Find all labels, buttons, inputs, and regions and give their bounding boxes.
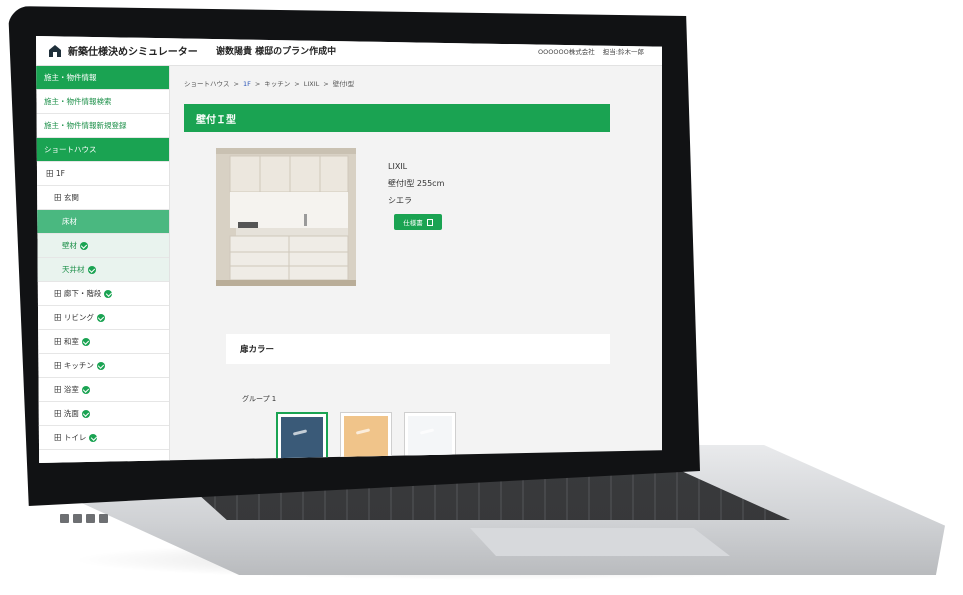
user-info: OOOOOO株式会社 担当:鈴木一郎 <box>532 46 662 56</box>
brand[interactable]: 新築仕様決めシミュレーター <box>36 43 206 58</box>
product-model: 壁付I型 255cm <box>388 179 445 188</box>
kitchen-product-image <box>216 148 356 286</box>
swatch-color <box>281 417 323 463</box>
breadcrumb-separator: > <box>294 80 300 88</box>
spec-sheet-button[interactable]: 仕様書 <box>394 214 442 230</box>
sidebar-item[interactable]: 田 和室 <box>36 330 169 354</box>
sidebar-item-label: 施主・物件情報検索 <box>44 97 112 106</box>
color-swatch[interactable]: ディープブ <box>276 412 328 463</box>
check-icon <box>104 289 113 298</box>
check-icon <box>81 409 90 418</box>
app-screen: 新築仕様決めシミュレーター 谢数陽貴 様邸のプラン作成中 OOOOOO株式会社 … <box>36 36 662 463</box>
breadcrumb-item[interactable]: 壁付I型 <box>333 80 354 88</box>
sidebar-item[interactable]: 田 廊下・階段 <box>36 282 169 306</box>
sidebar-item[interactable]: 田 浴室 <box>36 378 169 402</box>
door-handle-icon <box>355 428 371 435</box>
sidebar-item-label: 天井材 <box>62 265 85 274</box>
laptop-ports <box>60 508 120 523</box>
color-swatch[interactable]: スムースイエ <box>340 412 392 463</box>
sidebar-item[interactable]: 床材 <box>36 210 169 234</box>
breadcrumb-item[interactable]: キッチン <box>264 80 290 88</box>
sidebar-item[interactable]: 田 トイレ <box>36 426 169 450</box>
sidebar: 施主・物件情報施主・物件情報検索施主・物件情報新規登録 ショートハウス田 1F 田 … <box>36 66 170 463</box>
sidebar-item-label: 田 キッチン <box>54 361 94 370</box>
sidebar-item[interactable]: 壁材 <box>36 234 169 258</box>
breadcrumb-separator: > <box>233 80 239 88</box>
check-icon <box>87 265 96 274</box>
sidebar-item-label: 壁材 <box>62 241 77 250</box>
sidebar-item[interactable]: 施主・物件情報検索 <box>36 90 169 114</box>
spec-sheet-label: 仕様書 <box>403 219 423 227</box>
sidebar-item[interactable]: 田 洗面 <box>36 402 169 426</box>
main-content: ショートハウス >1F > キッチン > LIXIL > 壁付I型 壁付Ｉ型 L… <box>170 66 662 463</box>
sidebar-item-label: 田 1F <box>46 169 65 178</box>
sidebar-item-label: 田 和室 <box>54 337 79 346</box>
sidebar-item[interactable]: ショートハウス <box>36 138 169 162</box>
laptop-mockup: 新築仕様決めシミュレーター 谢数陽貴 様邸のプラン作成中 OOOOOO株式会社 … <box>0 0 963 595</box>
breadcrumb-item[interactable]: 1F <box>243 80 251 88</box>
sidebar-item-label: 田 洗面 <box>54 409 79 418</box>
breadcrumb: ショートハウス >1F > キッチン > LIXIL > 壁付I型 <box>184 78 358 88</box>
sidebar-item-label: 床材 <box>62 217 77 226</box>
laptop-trackpad <box>470 528 730 556</box>
sidebar-item[interactable]: 施主・物件情報 <box>36 66 169 90</box>
company-name: OOOOOO株式会社 <box>538 47 595 56</box>
sidebar-item-label: 施主・物件情報新規登録 <box>44 121 127 130</box>
check-icon <box>89 433 98 442</box>
sidebar-item-label: ショートハウス <box>44 145 97 154</box>
sidebar-item[interactable]: 田 玄関 <box>36 186 169 210</box>
door-color-section: 扉カラー <box>226 334 610 364</box>
breadcrumb-item[interactable]: LIXIL <box>304 80 320 88</box>
sidebar-item-label: 田 玄関 <box>54 193 79 202</box>
user-name[interactable]: 担当:鈴木一郎 <box>603 48 644 56</box>
document-icon <box>426 218 433 226</box>
sidebar-item[interactable]: 天井材 <box>36 258 169 282</box>
breadcrumb-separator: > <box>323 80 329 88</box>
check-icon <box>96 313 105 322</box>
page-heading: 谢数陽貴 様邸のプラン作成中 <box>216 47 337 57</box>
swatch-color <box>344 416 388 463</box>
app-title: 新築仕様決めシミュレーター <box>68 47 198 58</box>
page-title: 壁付Ｉ型 <box>184 104 610 132</box>
house-logo-icon <box>49 44 61 57</box>
check-icon <box>80 241 88 250</box>
product-series: シエラ <box>388 196 412 205</box>
check-icon <box>81 337 90 346</box>
sidebar-item[interactable]: 田 キッチン <box>36 354 169 378</box>
sidebar-item-label: 田 トイレ <box>54 433 87 442</box>
group-label: グループ 1 <box>242 395 277 403</box>
product-info: LIXIL 壁付I型 255cm シエラ <box>388 158 444 209</box>
breadcrumb-item[interactable]: ショートハウス <box>184 80 230 88</box>
sidebar-item[interactable]: 施主・物件情報新規登録 <box>36 114 169 138</box>
breadcrumb-separator: > <box>254 80 261 88</box>
sidebar-item-label: 田 リビング <box>54 313 94 322</box>
sidebar-item[interactable]: 田 リビング <box>36 306 169 330</box>
sidebar-item[interactable]: 田 1F <box>36 162 169 186</box>
sidebar-item-label: 田 廊下・階段 <box>54 289 102 298</box>
sidebar-item-label: 施主・物件情報 <box>44 73 97 82</box>
door-handle-icon <box>292 429 308 436</box>
product-maker: LIXIL <box>388 162 408 171</box>
check-icon <box>81 385 90 394</box>
check-icon <box>96 361 105 370</box>
sidebar-item-label: 田 浴室 <box>54 385 79 394</box>
door-handle-icon <box>419 428 435 435</box>
